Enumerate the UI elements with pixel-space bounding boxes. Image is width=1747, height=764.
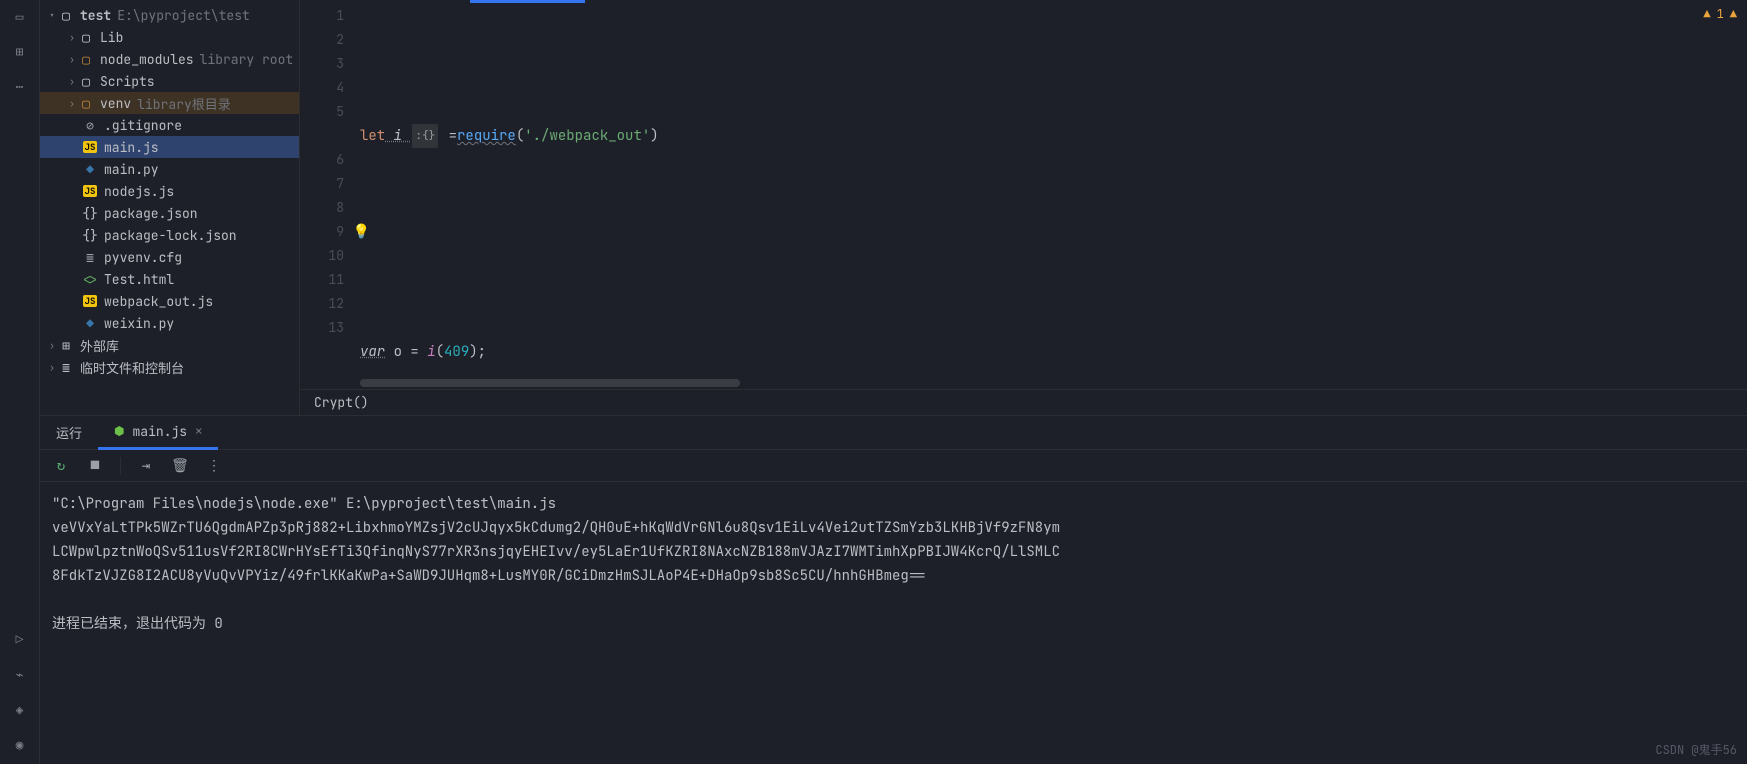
warning-icon: ▲ [1730, 6, 1737, 22]
py-icon: ◆ [82, 315, 98, 332]
structure-icon[interactable]: ⊞ [10, 41, 30, 61]
nodejs-icon: ⬢ [114, 423, 124, 439]
chevron-right-icon: › [66, 31, 78, 44]
chevron-right-icon: › [66, 53, 78, 66]
tree-extra[interactable]: ›⊞外部库 [40, 334, 299, 356]
horizontal-scrollbar[interactable] [360, 379, 1687, 389]
tree-file[interactable]: ⊘.gitignore [40, 114, 299, 136]
gitignore-icon: ⊘ [82, 117, 98, 134]
console-output[interactable]: "C:\Program Files\nodejs\node.exe" E:\py… [40, 482, 1747, 764]
js-icon: JS [82, 295, 98, 307]
js-icon: JS [82, 185, 98, 197]
json-icon: {} [82, 227, 98, 244]
gutter: 123456789💡10111213 [300, 0, 360, 379]
tree-file[interactable]: JSwebpack_out.js [40, 290, 299, 312]
tree-folder[interactable]: ›▢venvlibrary根目录 [40, 92, 299, 114]
tab-indicator [470, 0, 585, 3]
terminal-icon[interactable]: ◉ [10, 734, 30, 754]
project-tree: ▾ ▢ test E:\pyproject\test ›▢Lib›▢node_m… [40, 0, 300, 415]
tree-root[interactable]: ▾ ▢ test E:\pyproject\test [40, 4, 299, 26]
tree-file[interactable]: ◆main.py [40, 158, 299, 180]
chevron-right-icon: › [46, 339, 58, 352]
tree-file[interactable]: ◆weixin.py [40, 312, 299, 334]
rerun-icon[interactable]: ↻ [52, 457, 70, 475]
run-tab-main[interactable]: ⬢ main.js ✕ [98, 416, 218, 450]
tree-file[interactable]: <>Test.html [40, 268, 299, 290]
python-console-icon[interactable]: ⌁ [10, 664, 30, 684]
soft-wrap-icon[interactable]: ⇥ [137, 457, 155, 475]
project-icon[interactable]: ▭ [10, 6, 30, 26]
tree-folder[interactable]: ›▢Scripts [40, 70, 299, 92]
more-icon[interactable]: ⋮ [205, 457, 223, 475]
tree-file[interactable]: JSnodejs.js [40, 180, 299, 202]
tree-file[interactable]: {}package-lock.json [40, 224, 299, 246]
left-rail: ▭ ⊞ ⋯ ▷ ⌁ ◈ ◉ [0, 0, 40, 764]
folder-icon: ▢ [58, 7, 74, 24]
js-icon: JS [82, 141, 98, 153]
folder-icon: ▢ [78, 95, 94, 112]
run-icon[interactable]: ▷ [10, 629, 30, 649]
lib-icon: ⊞ [58, 337, 74, 354]
folder-icon: ▢ [78, 51, 94, 68]
editor: ▲1 ▲ 123456789💡10111213 let i :{} =requi… [300, 0, 1747, 415]
chevron-right-icon: › [46, 361, 58, 374]
html-icon: <> [82, 271, 98, 288]
json-icon: {} [82, 205, 98, 222]
services-icon[interactable]: ◈ [10, 699, 30, 719]
scratch-icon: ≣ [58, 359, 74, 376]
tree-file[interactable]: ≣pyvenv.cfg [40, 246, 299, 268]
tree-folder[interactable]: ›▢node_moduleslibrary root [40, 48, 299, 70]
trash-icon[interactable]: 🗑 [171, 457, 189, 475]
folder-icon: ▢ [78, 73, 94, 90]
tree-extra[interactable]: ›≣临时文件和控制台 [40, 356, 299, 378]
chevron-down-icon: ▾ [46, 9, 58, 22]
tree-file[interactable]: {}package.json [40, 202, 299, 224]
inspection-badges[interactable]: ▲1 ▲ [1703, 6, 1737, 22]
lightbulb-icon[interactable]: 💡 [353, 220, 370, 244]
code[interactable]: let i :{} =require('./webpack_out') var … [360, 0, 1747, 379]
watermark: CSDN @鬼手56 [1655, 741, 1737, 758]
root-path: E:\pyproject\test [117, 7, 250, 24]
breadcrumb[interactable]: Crypt() [300, 389, 1747, 415]
py-icon: ◆ [82, 161, 98, 178]
root-name: test [80, 7, 111, 24]
run-tab-label[interactable]: 运行 [40, 416, 98, 450]
stop-icon[interactable]: ■ [86, 457, 104, 475]
run-toolbar: ↻ ■ ⇥ 🗑 ⋮ [40, 450, 1747, 482]
cfg-icon: ≣ [82, 249, 98, 266]
close-icon[interactable]: ✕ [195, 423, 202, 439]
chevron-right-icon: › [66, 97, 78, 110]
run-panel: 运行 ⬢ main.js ✕ ↻ ■ ⇥ 🗑 ⋮ "C:\Program Fil… [40, 415, 1747, 764]
chevron-right-icon: › [66, 75, 78, 88]
tree-folder[interactable]: ›▢Lib [40, 26, 299, 48]
more-icon[interactable]: ⋯ [10, 76, 30, 96]
warning-icon: ▲ [1703, 6, 1710, 22]
folder-icon: ▢ [78, 29, 94, 46]
tree-file[interactable]: JSmain.js [40, 136, 299, 158]
